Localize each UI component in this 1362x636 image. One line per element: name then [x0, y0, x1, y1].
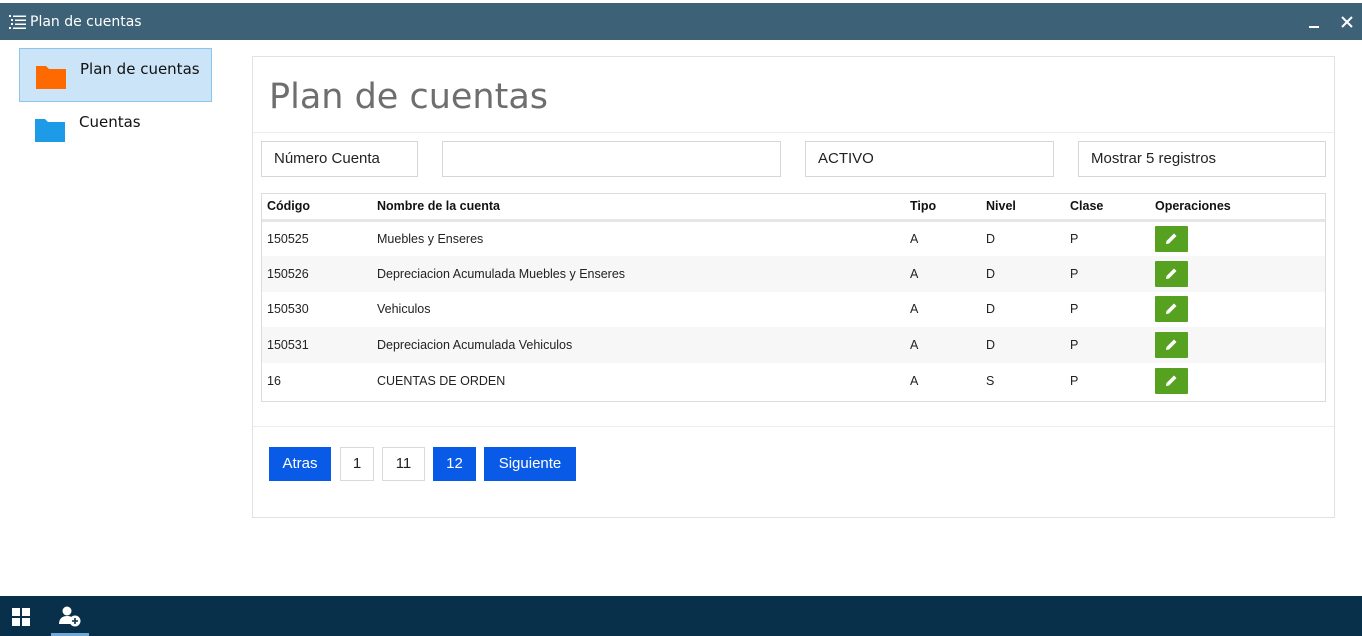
window-title: Plan de cuentas [30, 14, 142, 30]
main-panel: Plan de cuentas Número Cuenta ACTIVO Mos… [252, 56, 1335, 518]
cell-clase: P [1070, 374, 1079, 389]
cell-clase: P [1070, 231, 1079, 246]
window-titlebar: Plan de cuentas [0, 3, 1362, 40]
table-header-row: Código Nombre de la cuenta Tipo Nivel Cl… [262, 194, 1325, 222]
next-page-button[interactable]: Siguiente [484, 447, 576, 481]
cell-nivel: S [986, 374, 995, 389]
minimize-icon[interactable] [1303, 11, 1325, 33]
page-button-1[interactable]: 1 [340, 447, 374, 481]
cell-nivel: D [986, 231, 996, 246]
cell-nivel: D [981, 255, 1065, 292]
windows-start-icon[interactable] [12, 608, 30, 630]
edit-button[interactable] [1155, 332, 1188, 359]
folder-icon [36, 63, 66, 89]
table-row: 16 CUENTAS DE ORDEN A S P [262, 363, 1325, 399]
edit-button[interactable] [1155, 260, 1188, 287]
table-row: 150530 Vehiculos A D P [262, 292, 1325, 328]
column-header-clase[interactable]: Clase [1065, 194, 1150, 222]
list-menu-icon[interactable] [9, 14, 26, 30]
pencil-icon [1166, 233, 1177, 244]
cell-nombre: Depreciacion Acumulada Muebles y Enseres [372, 255, 905, 292]
sidebar-item-label: Plan de cuentas [80, 60, 200, 78]
column-header-nombre[interactable]: Nombre de la cuenta [372, 194, 905, 222]
cell-tipo: A [910, 374, 919, 389]
close-icon[interactable] [1336, 11, 1358, 33]
search-input-container [442, 141, 781, 177]
account-type-select[interactable]: ACTIVO [805, 141, 1054, 177]
edit-button[interactable] [1155, 296, 1188, 323]
divider [253, 426, 1334, 427]
search-input[interactable] [443, 142, 780, 176]
sidebar-item-cuentas[interactable]: Cuentas [19, 102, 212, 156]
column-header-tipo[interactable]: Tipo [905, 194, 981, 222]
cell-codigo: 150531 [262, 327, 372, 364]
cell-codigo: 150525 [267, 231, 309, 246]
folder-icon [35, 116, 65, 142]
cell-clase: P [1065, 327, 1150, 364]
cell-operaciones [1150, 327, 1325, 364]
cell-operaciones [1150, 220, 1325, 256]
cell-clase: P [1065, 255, 1150, 292]
pencil-icon [1166, 303, 1177, 315]
page-button-12-current[interactable]: 12 [433, 447, 476, 481]
cell-tipo: A [910, 231, 919, 246]
table-row: 150525 Muebles y Enseres A D P [262, 220, 1325, 256]
page-size-select[interactable]: Mostrar 5 registros [1078, 141, 1326, 177]
divider [253, 132, 1334, 133]
cell-nivel: D [986, 302, 996, 317]
cell-operaciones [1150, 363, 1325, 399]
cell-clase: P [1070, 302, 1079, 317]
table-row: 150526 Depreciacion Acumulada Muebles y … [262, 255, 1325, 292]
column-header-nivel[interactable]: Nivel [981, 194, 1065, 222]
sidebar-item-plan-de-cuentas[interactable]: Plan de cuentas [19, 48, 212, 102]
edit-button[interactable] [1155, 368, 1188, 395]
column-header-codigo[interactable]: Código [262, 194, 372, 222]
page-title: Plan de cuentas [269, 77, 549, 117]
cell-nombre: Vehiculos [377, 302, 431, 317]
prev-page-button[interactable]: Atras [269, 447, 331, 481]
accounts-table: Código Nombre de la cuenta Tipo Nivel Cl… [261, 193, 1326, 402]
sidebar-item-label: Cuentas [79, 113, 141, 131]
cell-tipo: A [905, 327, 981, 364]
pencil-icon [1166, 375, 1177, 387]
cell-operaciones [1150, 255, 1325, 292]
cell-nombre: Depreciacion Acumulada Vehiculos [372, 327, 905, 364]
page-button-11[interactable]: 11 [382, 447, 425, 481]
column-header-operaciones: Operaciones [1150, 194, 1325, 222]
sidebar: Plan de cuentas Cuentas [0, 40, 230, 596]
cell-tipo: A [905, 255, 981, 292]
cell-tipo: A [910, 302, 919, 317]
account-number-field[interactable]: Número Cuenta [261, 141, 418, 177]
cell-codigo: 150530 [267, 302, 309, 317]
table-row: 150531 Depreciacion Acumulada Vehiculos … [262, 327, 1325, 364]
pencil-icon [1166, 339, 1177, 351]
taskbar [0, 596, 1362, 636]
cell-operaciones [1150, 292, 1325, 328]
cell-nombre: CUENTAS DE ORDEN [377, 374, 506, 389]
user-add-icon[interactable] [58, 604, 82, 632]
cell-codigo: 16 [267, 374, 281, 389]
pencil-icon [1166, 268, 1177, 279]
edit-button[interactable] [1155, 225, 1188, 252]
cell-nombre: Muebles y Enseres [377, 231, 484, 246]
cell-nivel: D [981, 327, 1065, 364]
cell-codigo: 150526 [262, 255, 372, 292]
